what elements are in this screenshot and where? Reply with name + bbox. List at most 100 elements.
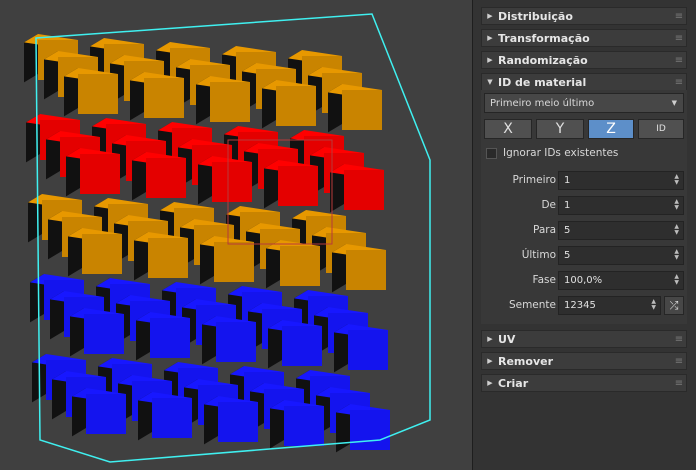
material-mode-value: Primeiro meio último	[490, 97, 595, 109]
properties-panel: ▶ Distribuição ≡ ▶ Transformação ≡ ▶ Ran…	[472, 0, 696, 470]
cube-blue	[350, 410, 390, 450]
cube-gold	[342, 90, 382, 130]
rollout-remove[interactable]: ▶ Remover ≡	[481, 352, 687, 370]
field-seed-label: Semente	[508, 299, 556, 311]
rollout-transform-title: Transformação	[498, 31, 590, 45]
grip-lines-icon: ≡	[674, 10, 684, 22]
cube-gold	[280, 246, 320, 286]
cube-array-render	[24, 13, 431, 463]
up-down-arrows-icon[interactable]: ▲ ▼	[674, 274, 679, 286]
cube-blue	[348, 330, 388, 370]
axis-x-button[interactable]: X	[484, 119, 532, 139]
cube-red	[146, 158, 186, 198]
field-last: Último 5 ▲ ▼	[481, 246, 687, 266]
rollout-material-id[interactable]: ▼ ID de material ≡	[481, 73, 687, 91]
triangle-right-icon: ▶	[487, 335, 493, 343]
randomize-seed-button[interactable]: ⤮	[664, 296, 684, 315]
field-to-label: Para	[532, 224, 556, 236]
axis-id-label: ID	[656, 124, 666, 134]
to-value: 5	[564, 225, 571, 236]
cube-gold	[214, 242, 254, 282]
axis-y-button[interactable]: Y	[536, 119, 584, 139]
cube-red	[212, 162, 252, 202]
field-phase-label: Fase	[532, 274, 556, 286]
grip-lines-icon: ≡	[674, 32, 684, 44]
first-value: 1	[564, 175, 571, 186]
cube-red	[80, 154, 120, 194]
seed-spinner[interactable]: 12345 ▲ ▼	[558, 296, 661, 315]
cube-gold	[148, 238, 188, 278]
to-spinner[interactable]: 5 ▲ ▼	[558, 221, 684, 240]
last-spinner[interactable]: 5 ▲ ▼	[558, 246, 684, 265]
cube-gold	[346, 250, 386, 290]
cube-gold	[78, 74, 118, 114]
field-to: Para 5 ▲ ▼	[481, 221, 687, 241]
grip-lines-icon: ≡	[674, 377, 684, 389]
cube-blue	[152, 398, 192, 438]
checkbox-box[interactable]	[486, 147, 497, 159]
rollout-uv-title: UV	[498, 332, 516, 346]
chevron-down-icon: ▼	[671, 99, 677, 107]
triangle-right-icon: ▶	[487, 357, 493, 365]
from-spinner[interactable]: 1 ▲ ▼	[558, 196, 684, 215]
phase-value: 100,0%	[564, 275, 603, 286]
field-last-label: Último	[521, 249, 556, 261]
cube-blue	[284, 406, 324, 446]
rollout-material-id-title: ID de material	[498, 75, 587, 89]
rollout-create-title: Criar	[498, 376, 529, 390]
field-phase: Fase 100,0% ▲ ▼	[481, 271, 687, 291]
grip-lines-icon: ≡	[674, 333, 684, 345]
axis-z-button[interactable]: Z	[588, 119, 634, 139]
first-spinner[interactable]: 1 ▲ ▼	[558, 171, 684, 190]
triangle-right-icon: ▶	[487, 12, 493, 20]
ignore-ids-checkbox[interactable]: Ignorar IDs existentes	[486, 147, 618, 159]
cube-gold	[276, 86, 316, 126]
triangle-right-icon: ▶	[487, 34, 493, 42]
field-from: De 1 ▲ ▼	[481, 196, 687, 216]
axis-x-label: X	[503, 121, 513, 137]
ignore-ids-label: Ignorar IDs existentes	[503, 147, 619, 159]
grip-lines-icon: ≡	[674, 76, 684, 88]
cube-blue	[84, 314, 124, 354]
rollout-transform[interactable]: ▶ Transformação ≡	[481, 29, 687, 47]
3d-viewport[interactable]	[0, 0, 472, 470]
material-id-body: Primeiro meio último ▼ X Y Z ID Ignorar …	[481, 90, 687, 324]
rollout-uv[interactable]: ▶ UV ≡	[481, 330, 687, 348]
rollout-create[interactable]: ▶ Criar ≡	[481, 374, 687, 392]
field-from-label: De	[541, 199, 556, 211]
axis-y-label: Y	[555, 121, 565, 137]
cube-red	[344, 170, 384, 210]
rollout-randomize[interactable]: ▶ Randomização ≡	[481, 51, 687, 69]
phase-spinner[interactable]: 100,0% ▲ ▼	[558, 271, 684, 290]
axis-z-label: Z	[606, 121, 616, 137]
cube-blue	[86, 394, 126, 434]
rollout-remove-title: Remover	[498, 354, 554, 368]
last-value: 5	[564, 250, 571, 261]
cube-red	[278, 166, 318, 206]
material-mode-dropdown[interactable]: Primeiro meio último ▼	[484, 93, 684, 113]
from-value: 1	[564, 200, 571, 211]
cube-blue	[282, 326, 322, 366]
rollout-distribution-title: Distribuição	[498, 9, 573, 23]
field-seed: Semente 12345 ▲ ▼ ⤮	[481, 296, 687, 316]
rollout-randomize-title: Randomização	[498, 53, 588, 67]
shuffle-icon: ⤮	[669, 298, 679, 312]
cube-gold	[210, 82, 250, 122]
seed-value: 12345	[564, 300, 596, 311]
cube-gold	[82, 234, 122, 274]
field-first: Primeiro 1 ▲ ▼	[481, 171, 687, 191]
triangle-right-icon: ▶	[487, 379, 493, 387]
cube-blue	[218, 402, 258, 442]
grip-lines-icon: ≡	[674, 355, 684, 367]
up-down-arrows-icon[interactable]: ▲ ▼	[674, 224, 679, 236]
cube-blue	[216, 322, 256, 362]
field-first-label: Primeiro	[512, 174, 557, 186]
triangle-right-icon: ▶	[487, 56, 493, 64]
up-down-arrows-icon[interactable]: ▲ ▼	[674, 249, 679, 261]
grip-lines-icon: ≡	[674, 54, 684, 66]
up-down-arrows-icon[interactable]: ▲ ▼	[674, 174, 679, 186]
up-down-arrows-icon[interactable]: ▲ ▼	[674, 199, 679, 211]
rollout-distribution[interactable]: ▶ Distribuição ≡	[481, 7, 687, 25]
axis-id-button[interactable]: ID	[638, 119, 684, 139]
up-down-arrows-icon[interactable]: ▲ ▼	[651, 299, 656, 311]
